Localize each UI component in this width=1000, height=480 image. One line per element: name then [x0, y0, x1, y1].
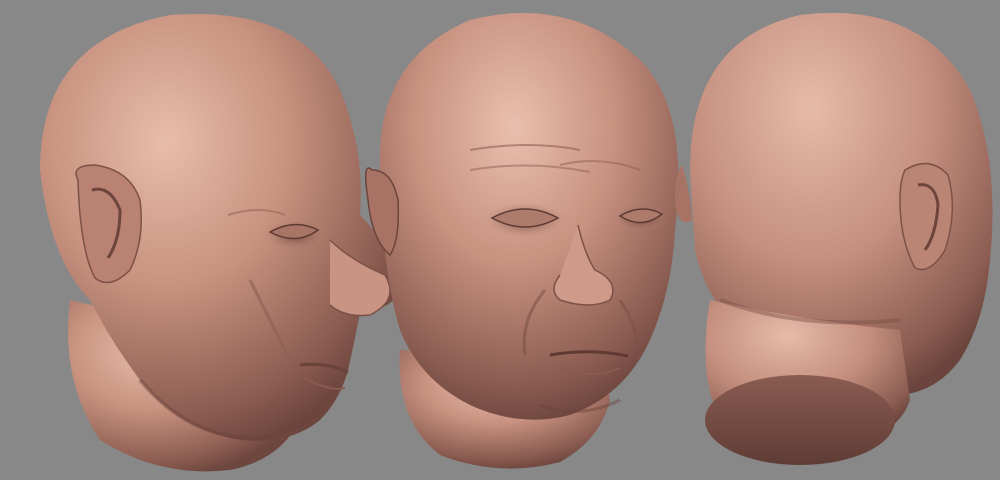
render-canvas — [40, 12, 993, 472]
head-view-2 — [365, 13, 679, 469]
render-viewport — [0, 0, 1000, 480]
head3-neck-cut — [705, 375, 895, 465]
head-view-1 — [40, 13, 400, 472]
head-view-3 — [674, 12, 993, 465]
